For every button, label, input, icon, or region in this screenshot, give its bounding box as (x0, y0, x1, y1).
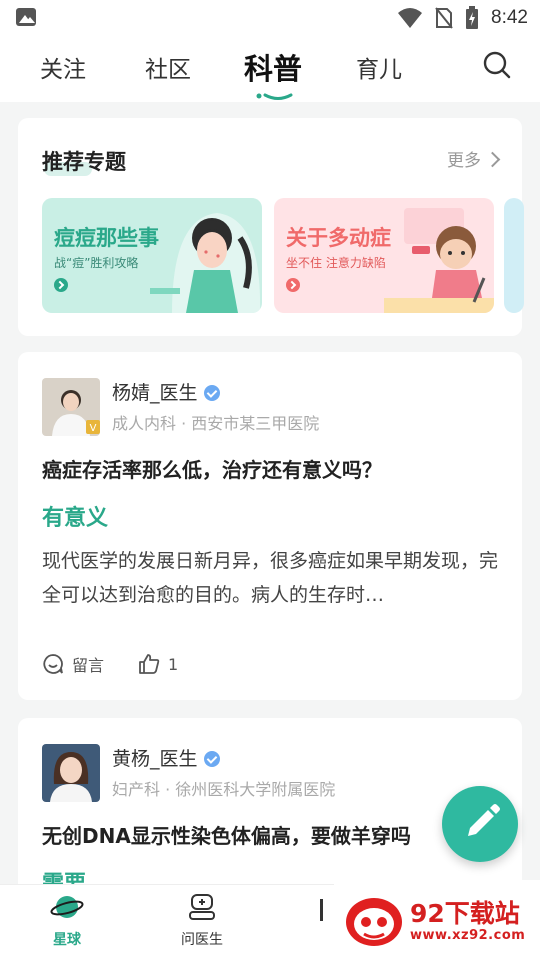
author-name-text: 黄杨_医生 (112, 748, 198, 770)
avatar[interactable]: V (42, 378, 100, 436)
avatar[interactable] (42, 744, 100, 802)
article-answer: 有意义 (42, 506, 109, 531)
topic-card-adhd[interactable]: 关于多动症 坐不住 注意力缺陷 (274, 198, 494, 313)
adhd-illustration (384, 208, 494, 313)
topic-card-acne[interactable]: 痘痘那些事 战“痘”胜利攻略 (42, 198, 262, 313)
status-bar: 8:42 (0, 0, 540, 36)
tab-follow[interactable]: 关注 (40, 50, 86, 84)
article-excerpt: 现代医学的发展日新月异，很多癌症如果早期发现，完全可以达到治愈的目的。病人的生存… (42, 550, 499, 606)
nav-label: 星球 (53, 932, 81, 948)
chevron-right-icon (484, 151, 501, 168)
topic-card-partial[interactable] (504, 198, 524, 313)
thumbs-up-icon (139, 654, 160, 674)
active-tab-indicator (256, 93, 293, 100)
acne-illustration (150, 213, 261, 313)
comment-icon (43, 654, 63, 674)
verified-icon (203, 751, 220, 767)
nav-planet[interactable]: 星球 (27, 893, 107, 949)
more-link[interactable]: 更多 (447, 146, 501, 171)
author-name-text: 杨婧_医生 (112, 382, 198, 404)
verified-icon (203, 385, 220, 401)
watermark-name: 92下载站 (410, 899, 520, 928)
recommend-topics-card: 推荐专题 更多 痘痘那些事 战“痘”胜利攻略 关于多动症 坐不住 注意力缺陷 (18, 118, 524, 336)
author-department: 妇产科 · 徐州医科大学附属医院 (112, 780, 336, 799)
top-tab-bar: 关注 社区 科普 育儿 (0, 36, 540, 102)
like-count: 1 (168, 654, 179, 674)
watermark-url: www.xz92.com (410, 928, 526, 943)
article-title[interactable]: 癌症存活率那么低，治疗还有意义吗？ (42, 454, 382, 483)
topic-title: 关于多动症 (286, 226, 391, 250)
tab-community[interactable]: 社区 (145, 50, 191, 84)
article-card[interactable]: V 杨婧_医生 成人内科 · 西安市某三甲医院 癌症存活率那么低，治疗还有意义吗… (18, 352, 522, 700)
doctor-avatar-image (42, 744, 100, 802)
gallery-notification-icon (16, 8, 36, 26)
tab-science[interactable]: 科普 (244, 46, 302, 88)
compose-button[interactable] (442, 786, 518, 862)
topic-title: 痘痘那些事 (54, 226, 159, 250)
svg-text:V: V (90, 423, 97, 434)
comment-label: 留言 (72, 656, 105, 675)
arrow-right-icon (54, 278, 68, 292)
nav-label: 问医生 (181, 932, 223, 948)
search-icon[interactable] (482, 50, 512, 80)
nav-partial-icon (320, 899, 323, 921)
watermark-logo (346, 898, 402, 946)
nav-ask-doctor[interactable]: 问医生 (162, 893, 242, 949)
clock: 8:42 (491, 7, 528, 28)
tab-parenting[interactable]: 育儿 (356, 50, 402, 84)
battery-charging-icon (466, 6, 479, 29)
doctor-icon (189, 894, 215, 920)
pencil-icon (468, 804, 500, 836)
section-title: 推荐专题 (42, 150, 126, 174)
topic-subtitle: 战“痘”胜利攻略 (54, 256, 139, 270)
author-name[interactable]: 黄杨_医生 (112, 744, 220, 771)
more-label: 更多 (447, 151, 481, 171)
comment-button[interactable]: 留言 (42, 652, 104, 676)
wifi-icon (398, 8, 423, 28)
article-title[interactable]: 无创DNA显示性染色体偏高，要做羊穿吗 (42, 820, 411, 849)
no-sim-icon (435, 7, 453, 29)
author-name[interactable]: 杨婧_医生 (112, 378, 220, 405)
site-watermark: 92下载站 www.xz92.com (334, 880, 540, 960)
author-department: 成人内科 · 西安市某三甲医院 (112, 414, 320, 433)
like-button[interactable]: 1 (138, 653, 178, 675)
arrow-right-icon (286, 278, 300, 292)
doctor-avatar-image: V (42, 378, 100, 436)
planet-icon (50, 896, 84, 918)
topic-subtitle: 坐不住 注意力缺陷 (286, 256, 386, 270)
